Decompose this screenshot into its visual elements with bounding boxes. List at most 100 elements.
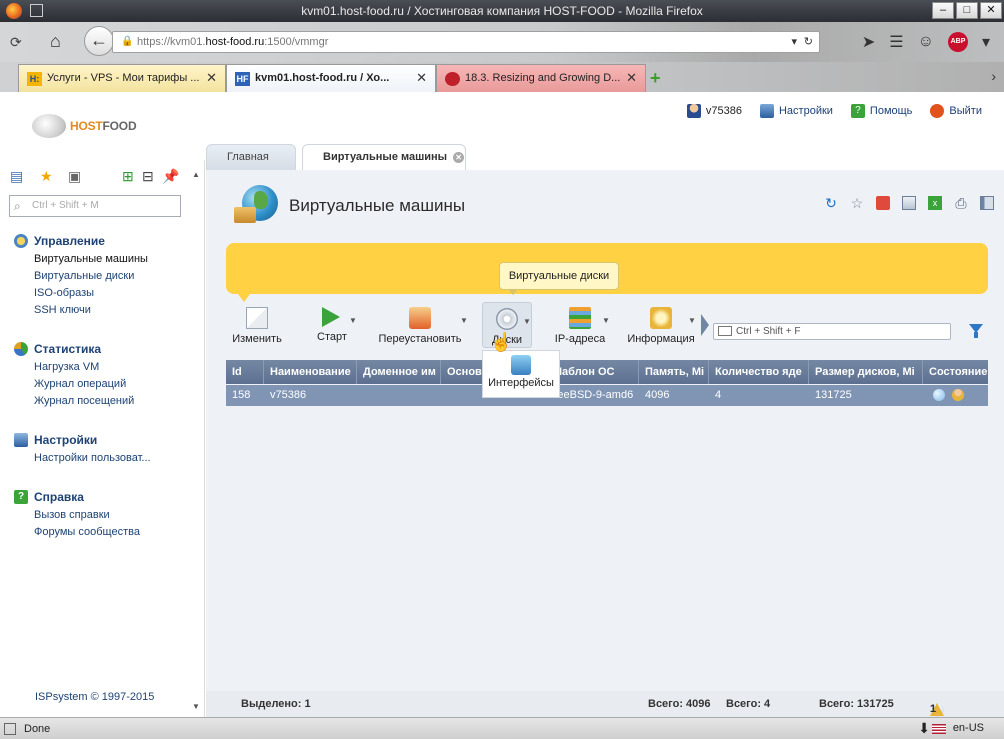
- disks-dropdown-menu[interactable]: Интерфейсы: [482, 350, 560, 398]
- browser-tab-services[interactable]: H: Услуги - VPS - Мои тарифы ... ✕: [18, 64, 226, 92]
- tab-home[interactable]: Главная: [206, 144, 296, 170]
- clipboard-icon[interactable]: ▣: [68, 168, 81, 185]
- reinstall-button[interactable]: Переустановить ▼: [372, 302, 468, 348]
- sidebar-item-vm-load[interactable]: Нагрузка VM: [34, 361, 134, 373]
- refresh-icon[interactable]: ↻: [824, 196, 838, 210]
- help-link[interactable]: ? Помощь: [850, 104, 912, 118]
- warning-count: 1: [930, 703, 937, 715]
- column-header-cores[interactable]: Количество яде: [709, 360, 809, 384]
- tab-list-icon[interactable]: ›: [991, 68, 996, 84]
- cell-cores: 4: [715, 389, 722, 401]
- logout-link[interactable]: Выйти: [930, 104, 982, 118]
- total-disk: Всего: 131725: [819, 698, 894, 710]
- sidebar-item-virtual-machines[interactable]: Виртуальные машины: [34, 253, 148, 265]
- locale-indicator[interactable]: en-US: [953, 722, 984, 734]
- collapse-all-icon[interactable]: ⊟: [142, 168, 154, 185]
- navigation-toolbar: ⟳ ⌂ ← 🔒 https://kvm01.host-food.ru:1500/…: [0, 22, 1004, 62]
- sidebar-scrollbar[interactable]: ▲ ▼: [188, 160, 205, 717]
- sidebar-search-placeholder: Ctrl + Shift + M: [32, 200, 99, 211]
- column-header-domain[interactable]: Доменное им: [357, 360, 441, 384]
- settings-link[interactable]: Настройки: [759, 104, 833, 118]
- close-tab-icon[interactable]: ✕: [416, 65, 427, 91]
- column-header-status[interactable]: Состояние: [923, 360, 988, 384]
- browser-tab-resizing[interactable]: 18.3. Resizing and Growing D... ✕: [436, 64, 646, 92]
- home-icon[interactable]: ⌂: [50, 31, 61, 52]
- chevron-down-icon[interactable]: ▼: [349, 316, 357, 325]
- stop-icon[interactable]: [876, 196, 890, 210]
- column-header-name[interactable]: Наименование: [264, 360, 357, 384]
- column-header-memory[interactable]: Память, Mi: [639, 360, 709, 384]
- url-prefix: https://kvm01.: [137, 36, 206, 48]
- table-search-input[interactable]: Ctrl + Shift + F: [713, 323, 951, 340]
- sidebar-section-title[interactable]: ? Справка: [14, 490, 140, 504]
- history-icon[interactable]: ⟳: [10, 34, 28, 50]
- bookmark-arrow-icon[interactable]: ➤: [862, 32, 875, 52]
- excel-export-icon[interactable]: x: [928, 196, 942, 210]
- overflow-icon[interactable]: ▾: [982, 32, 990, 52]
- tab-virtual-machines[interactable]: Виртуальные машины ✕: [302, 144, 466, 170]
- close-tab-icon[interactable]: ✕: [206, 65, 217, 91]
- url-dropdown-icon[interactable]: ▾: [791, 32, 797, 52]
- reinstall-icon: [409, 307, 431, 329]
- tree-view-icon[interactable]: ▤: [10, 168, 23, 185]
- close-tab-icon[interactable]: ✕: [453, 151, 465, 163]
- minimize-button[interactable]: –: [932, 2, 954, 19]
- main-panel: Виртуальные машины ↻ ☆ x ⎙ Изменить Стар…: [206, 170, 1004, 691]
- user-link[interactable]: v75386: [686, 104, 742, 118]
- copy-icon[interactable]: [902, 196, 916, 210]
- scroll-up-icon[interactable]: ▲: [192, 170, 200, 179]
- ip-addresses-button[interactable]: IP-адреса ▼: [552, 302, 610, 348]
- maximize-button[interactable]: □: [956, 2, 978, 19]
- dropdown-item-interfaces[interactable]: Интерфейсы: [488, 377, 554, 389]
- chevron-down-icon[interactable]: ▼: [602, 316, 610, 325]
- settings-icon: [14, 433, 28, 447]
- close-button[interactable]: ✕: [980, 2, 1002, 19]
- adblock-icon[interactable]: ABP: [947, 32, 968, 52]
- table-row[interactable]: 158 v75386 FreeBSD-9-amd6 4096 4 131725: [226, 385, 988, 406]
- edit-button[interactable]: Изменить: [226, 302, 288, 348]
- close-tab-icon[interactable]: ✕: [626, 65, 637, 91]
- url-bar[interactable]: 🔒 https://kvm01.host-food.ru:1500/vmmgr …: [112, 31, 820, 53]
- reload-icon[interactable]: ↻: [804, 32, 813, 52]
- browser-tab-kvm01[interactable]: HF kvm01.host-food.ru / Хо... ✕: [226, 64, 436, 92]
- copyright[interactable]: ISPsystem © 1997-2015: [35, 691, 154, 703]
- sidebar-item-user-settings[interactable]: Настройки пользоват...: [34, 452, 151, 464]
- sidebar-section-title[interactable]: Управление: [14, 234, 148, 248]
- expand-all-icon[interactable]: ⊞: [122, 168, 134, 185]
- browser-tab-label: kvm01.host-food.ru / Хо...: [255, 72, 390, 84]
- table-settings-icon[interactable]: [980, 196, 994, 210]
- print-icon[interactable]: ⎙: [954, 196, 968, 210]
- logo-food-text: FOOD: [102, 119, 137, 133]
- favorites-star-icon[interactable]: ★: [40, 168, 53, 185]
- chat-icon[interactable]: ☺: [918, 33, 934, 51]
- chevron-down-icon[interactable]: ▼: [460, 316, 468, 325]
- chevron-down-icon[interactable]: ▼: [688, 316, 696, 325]
- download-icon[interactable]: ⬇: [918, 720, 930, 737]
- filter-icon[interactable]: [968, 322, 984, 340]
- sidebar-item-ssh-keys[interactable]: SSH ключи: [34, 304, 148, 316]
- hostfood-logo[interactable]: HOSTFOOD: [32, 114, 137, 138]
- start-button[interactable]: Старт ▼: [310, 302, 357, 348]
- scroll-down-icon[interactable]: ▼: [192, 702, 200, 711]
- menu-icon[interactable]: ☰: [889, 32, 903, 52]
- favorite-star-icon[interactable]: ☆: [850, 196, 864, 210]
- sidebar-item-call-help[interactable]: Вызов справки: [34, 509, 140, 521]
- chevron-down-icon[interactable]: ▼: [523, 317, 531, 326]
- sidebar-item-visits-log[interactable]: Журнал посещений: [34, 395, 134, 407]
- sidebar-item-operations-log[interactable]: Журнал операций: [34, 378, 134, 390]
- sidebar-item-virtual-disks[interactable]: Виртуальные диски: [34, 270, 148, 282]
- column-header-id[interactable]: Id: [226, 360, 264, 384]
- sidebar-item-iso-images[interactable]: ISO-образы: [34, 287, 148, 299]
- sidebar-item-community-forums[interactable]: Форумы сообщества: [34, 526, 140, 538]
- cell-status: [923, 385, 988, 406]
- sidebar-search-input[interactable]: ⌕ Ctrl + Shift + M: [9, 195, 181, 217]
- sidebar-section-title[interactable]: Настройки: [14, 433, 151, 447]
- back-button[interactable]: ←: [84, 26, 114, 56]
- action-toolbar: Изменить Старт ▼ Переустановить ▼ Диски …: [226, 302, 988, 348]
- information-button[interactable]: Информация ▼: [626, 302, 696, 348]
- sidebar-section-title[interactable]: Статистика: [14, 342, 134, 356]
- hand-cursor-icon: ☝: [490, 332, 513, 352]
- column-header-disk-size[interactable]: Размер дисков, Mi: [809, 360, 923, 384]
- pin-icon[interactable]: 📌: [162, 168, 179, 185]
- new-tab-button[interactable]: +: [650, 68, 661, 89]
